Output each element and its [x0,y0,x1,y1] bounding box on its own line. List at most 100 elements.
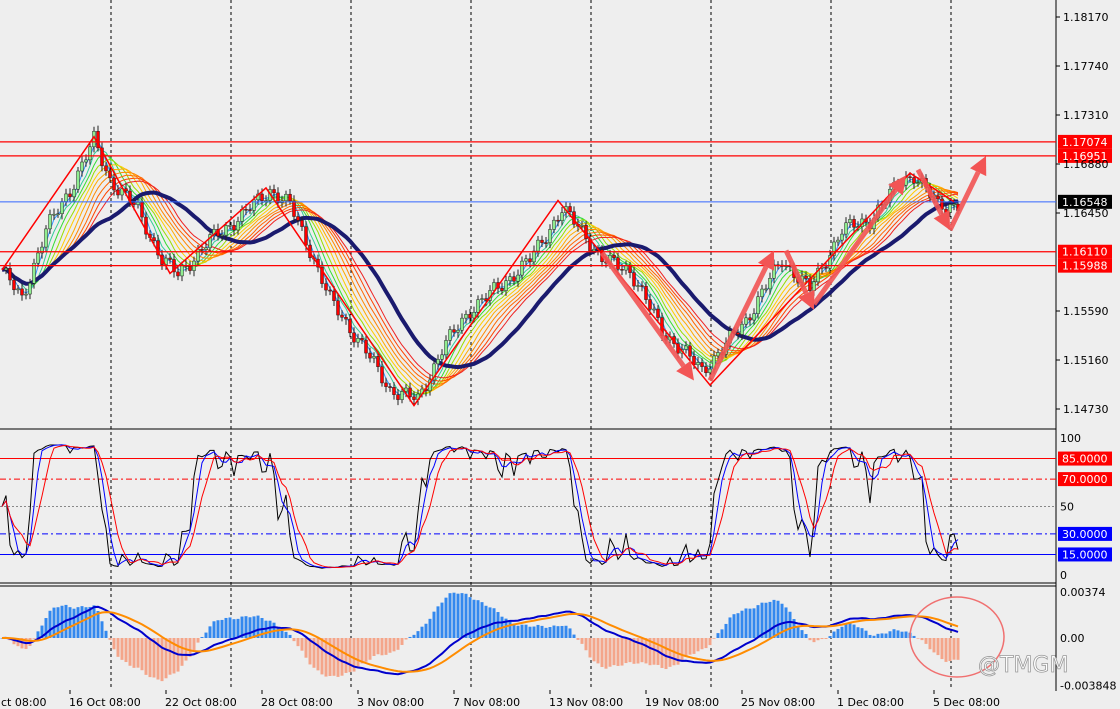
macd-histogram-bar [680,638,684,662]
time-tick-label: 5 Dec 08:00 [933,696,1000,709]
macd-histogram-bar [368,638,372,660]
macd-histogram-bar [756,605,760,638]
candle-body [912,177,916,184]
candle-body [516,274,520,282]
macd-histogram-bar [280,630,284,638]
candle-body [812,281,816,291]
candle-body [700,362,704,367]
macd-histogram-bar [376,638,380,655]
candle-body [936,195,940,200]
candle-body [468,314,472,319]
candle-body [716,352,720,357]
price-tick-label: 1.16450 [1063,207,1109,220]
candle-body [848,219,852,224]
macd-histogram-bar [152,638,156,678]
macd-histogram-bar [132,638,136,668]
candle-body [136,202,140,205]
macd-histogram-bar [888,631,892,638]
time-tick-label: 16 Oct 08:00 [69,696,141,709]
candle-body [628,265,632,273]
macd-histogram-bar [948,638,952,662]
macd-histogram-bar [180,638,184,666]
time-tick-label: 28 Oct 08:00 [261,696,333,709]
candle-body [760,288,764,297]
macd-histogram-bar [704,638,708,649]
price-tick-label: 1.14730 [1063,403,1109,416]
candle-body [52,213,56,216]
macd-histogram-bar [508,620,512,638]
macd-histogram-bar [952,638,956,660]
macd-histogram-bar [452,592,456,638]
price-tick-label: 1.15160 [1063,354,1109,367]
macd-histogram-bar [320,638,324,675]
macd-histogram-bar [424,623,428,638]
macd-histogram-bar [496,612,500,638]
time-tick-label: 13 Nov 08:00 [549,696,623,709]
candle-body [396,394,400,400]
candle-body [48,214,52,230]
macd-histogram-bar [900,631,904,638]
time-tick-label: 3 Nov 08:00 [357,696,424,709]
macd-histogram-bar [936,638,940,656]
candle-body [620,269,624,271]
stoch-level-text: 70.0000 [1062,473,1108,486]
macd-histogram-bar [196,638,200,643]
candle-body [304,226,308,246]
macd-histogram-bar [252,616,256,638]
macd-histogram-bar [100,621,104,638]
macd-histogram-bar [420,626,424,638]
macd-histogram-bar [608,638,612,667]
candle-body [696,362,700,366]
macd-tick-label: -0.003848 [1060,679,1116,692]
trading-chart[interactable]: 1.170741.169511.161101.159881.16548 85.0… [0,0,1120,709]
macd-histogram-bar [384,638,388,655]
macd-histogram-bar [456,593,460,638]
candle-body [28,282,32,295]
macd-histogram-bar [208,626,212,638]
macd-histogram-bar [516,625,520,638]
candle-body [536,239,540,252]
candle-body [656,308,660,318]
macd-histogram-bar [628,638,632,663]
macd-histogram-bar [872,635,876,638]
candle-body [632,272,636,287]
macd-histogram-bar [48,610,52,638]
macd-histogram-bar [124,638,128,663]
candle-body [64,193,68,202]
stoch-level-text: 30.0000 [1062,528,1108,541]
candle-body [324,283,328,291]
macd-histogram-bar [796,626,800,638]
macd-histogram-bar [232,619,236,638]
macd-histogram-bar [372,638,376,656]
macd-histogram-bar [804,634,808,638]
candle-body [168,257,172,260]
candle-body [132,202,136,205]
candle-body [180,265,184,277]
macd-histogram-bar [700,638,704,650]
macd-histogram-bar [904,631,908,638]
candle-body [704,366,708,374]
macd-histogram-bar [928,638,932,650]
candle-body [12,279,16,291]
macd-histogram-bar [520,624,524,638]
macd-histogram-bar [228,617,232,638]
candle-body [300,220,304,227]
macd-histogram-bar [340,638,344,676]
macd-histogram-bar [316,638,320,671]
candle-body [344,317,348,320]
candle-body [220,234,224,237]
price-tick-label: 1.18170 [1063,11,1109,24]
candle-body [16,288,20,291]
macd-histogram-bar [728,617,732,638]
candle-body [284,193,288,202]
macd-histogram-bar [924,638,928,644]
candle-body [456,329,460,333]
macd-histogram-bar [248,617,252,638]
macd-histogram-bar [720,629,724,638]
candle-body [336,300,340,316]
candle-body [764,288,768,291]
candle-body [844,222,848,235]
macd-histogram-bar [460,593,464,638]
macd-histogram-bar [896,630,900,638]
candle-body [116,189,120,196]
